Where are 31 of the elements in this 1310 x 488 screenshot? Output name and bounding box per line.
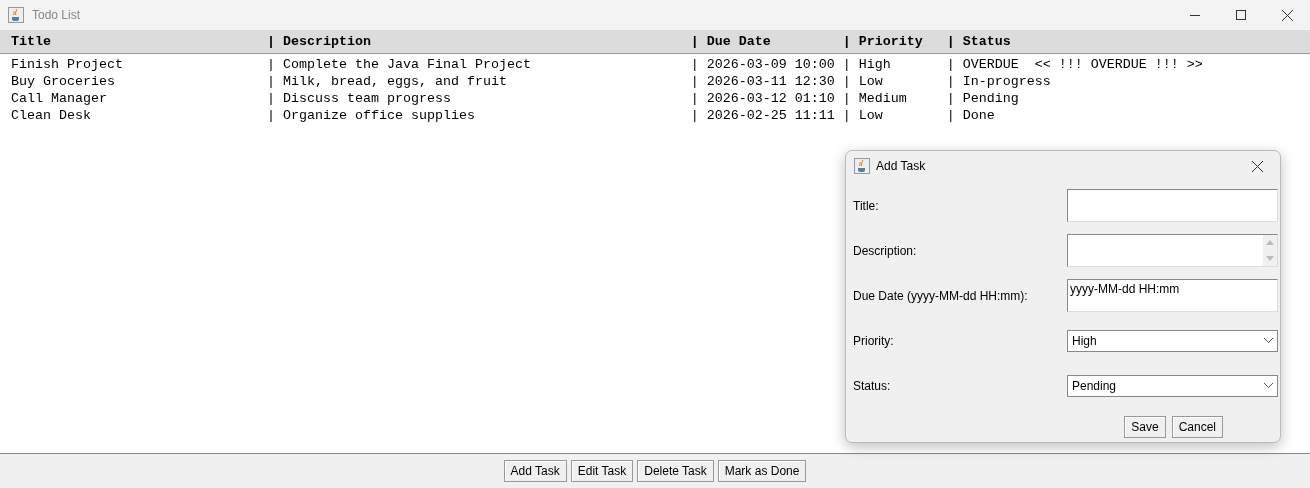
field-label: Title: [853, 198, 880, 213]
maximize-icon[interactable] [1236, 10, 1246, 20]
task-row[interactable]: Finish Project | Complete the Java Final Project | 2026-03-09 10:00 | High | OVERDUE << !!! OVERDUE !!! >> [11, 56, 1203, 73]
field-label: Description: [853, 243, 918, 258]
dialog-button[interactable]: Cancel [1171, 416, 1223, 438]
close-icon[interactable] [1251, 160, 1263, 172]
list-header: Title | Description | Due Date | Priority | Status [0, 30, 1310, 54]
input-field[interactable] [1067, 234, 1278, 267]
java-cup-icon [8, 7, 24, 23]
field-label: Status: [853, 378, 892, 393]
java-cup-icon [854, 158, 870, 174]
close-icon[interactable] [1281, 9, 1293, 21]
task-row[interactable]: Call Manager | Discuss team progress | 2026-03-12 01:10 | Medium | Pending [11, 90, 1019, 107]
chevron-down-icon [1264, 383, 1273, 388]
action-button[interactable]: Mark as Done [717, 460, 807, 482]
action-button[interactable]: Delete Task [637, 460, 714, 482]
field-label: Priority: [853, 333, 895, 348]
task-row[interactable]: Buy Groceries | Milk, bread, eggs, and fruit | 2026-03-11 12:30 | Low | In-progress [11, 73, 1051, 90]
chevron-down-icon [1264, 338, 1273, 343]
window-title: Todo List [32, 8, 82, 22]
task-row[interactable]: Clean Desk | Organize office supplies | 2026-02-25 11:11 | Low | Done [11, 107, 995, 124]
field-label: Due Date (yyyy-MM-dd HH:mm): [853, 288, 1029, 303]
minimize-icon[interactable] [1190, 14, 1200, 16]
dropdown[interactable]: High [1067, 329, 1278, 352]
input-field[interactable]: yyyy-MM-dd HH:mm [1067, 279, 1278, 312]
action-button[interactable]: Add Task [503, 460, 567, 482]
input-field[interactable] [1067, 189, 1278, 222]
dialog-button[interactable]: Save [1124, 416, 1166, 438]
action-button[interactable]: Edit Task [570, 460, 634, 482]
dropdown[interactable]: Pending [1067, 374, 1278, 397]
dialog-title: Add Task [876, 159, 927, 173]
